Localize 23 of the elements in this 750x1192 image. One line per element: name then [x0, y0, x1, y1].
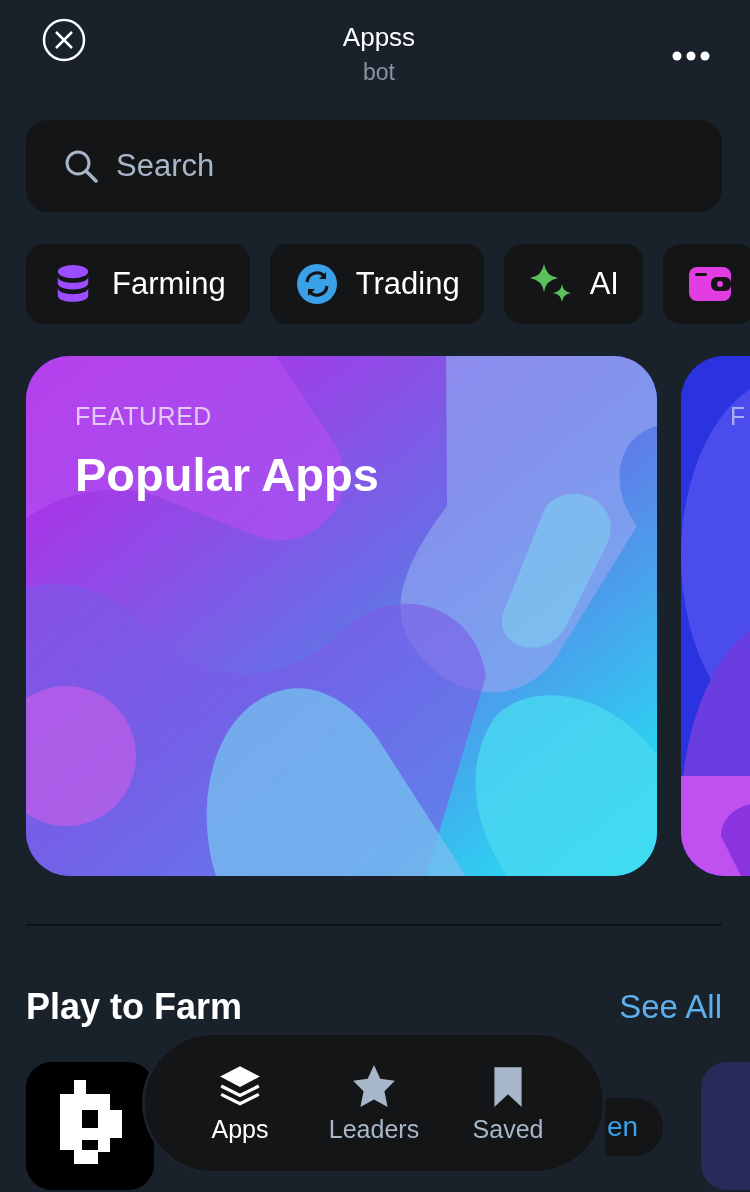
close-button[interactable] [42, 18, 86, 62]
sync-icon [295, 264, 338, 304]
app-subtitle: bot [363, 59, 395, 86]
more-button[interactable] [672, 50, 710, 62]
featured-card[interactable]: FEATURED Popular Apps [26, 356, 657, 876]
wallet-icon [688, 264, 731, 304]
nav-tab[interactable]: Saved [444, 1062, 572, 1144]
search-field[interactable]: Search [26, 120, 722, 212]
category-chip[interactable]: AI [503, 244, 643, 324]
search-icon [64, 149, 98, 183]
app-icon [26, 1062, 154, 1190]
card-eyebrow: F [730, 402, 746, 431]
open-button[interactable]: en [605, 1098, 663, 1156]
card-title: Popular Apps [75, 447, 379, 502]
category-chip[interactable]: Farming [26, 244, 250, 324]
category-chip[interactable]: Trading [269, 244, 484, 324]
nav-tab[interactable]: Leaders [310, 1062, 438, 1144]
category-chip[interactable] [662, 244, 750, 324]
app-title: Appss [342, 22, 416, 53]
section-title: Play to Farm [26, 986, 243, 1028]
see-all-link[interactable]: See All [619, 988, 722, 1026]
nav-tab[interactable]: Apps [176, 1062, 304, 1144]
card-eyebrow: FEATURED [75, 402, 213, 431]
